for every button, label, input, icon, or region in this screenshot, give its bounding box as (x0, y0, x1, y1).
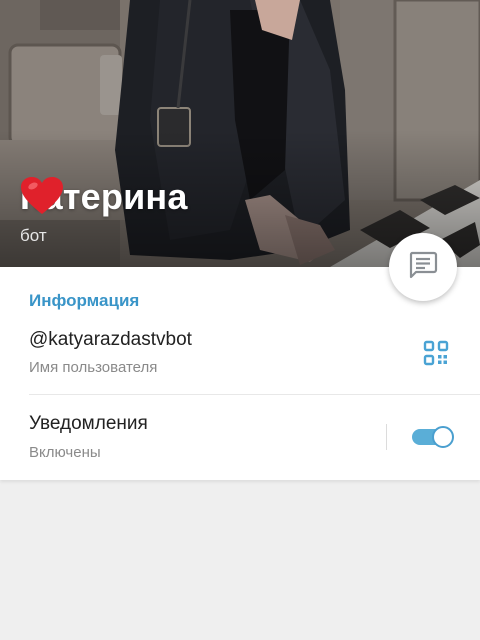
message-icon (408, 251, 438, 284)
row-divider (29, 394, 480, 395)
vertical-separator (386, 424, 387, 450)
red-heart-icon (21, 177, 242, 217)
username-label: Имя пользователя (29, 359, 158, 376)
notifications-title: Уведомления (29, 413, 148, 434)
profile-header: Катерина бот (0, 0, 480, 267)
profile-status: бот (20, 226, 47, 245)
profile-name: Катерина (20, 176, 242, 218)
section-title-info: Информация (29, 291, 140, 310)
info-card: Информация @katyarazdastvbot Имя пользов… (0, 267, 480, 480)
send-message-button[interactable] (389, 233, 457, 301)
notifications-status: Включены (29, 444, 101, 461)
qr-code-icon[interactable] (423, 340, 449, 366)
notifications-toggle[interactable] (412, 426, 456, 448)
username-value[interactable]: @katyarazdastvbot (29, 329, 192, 351)
toggle-knob (432, 426, 454, 448)
